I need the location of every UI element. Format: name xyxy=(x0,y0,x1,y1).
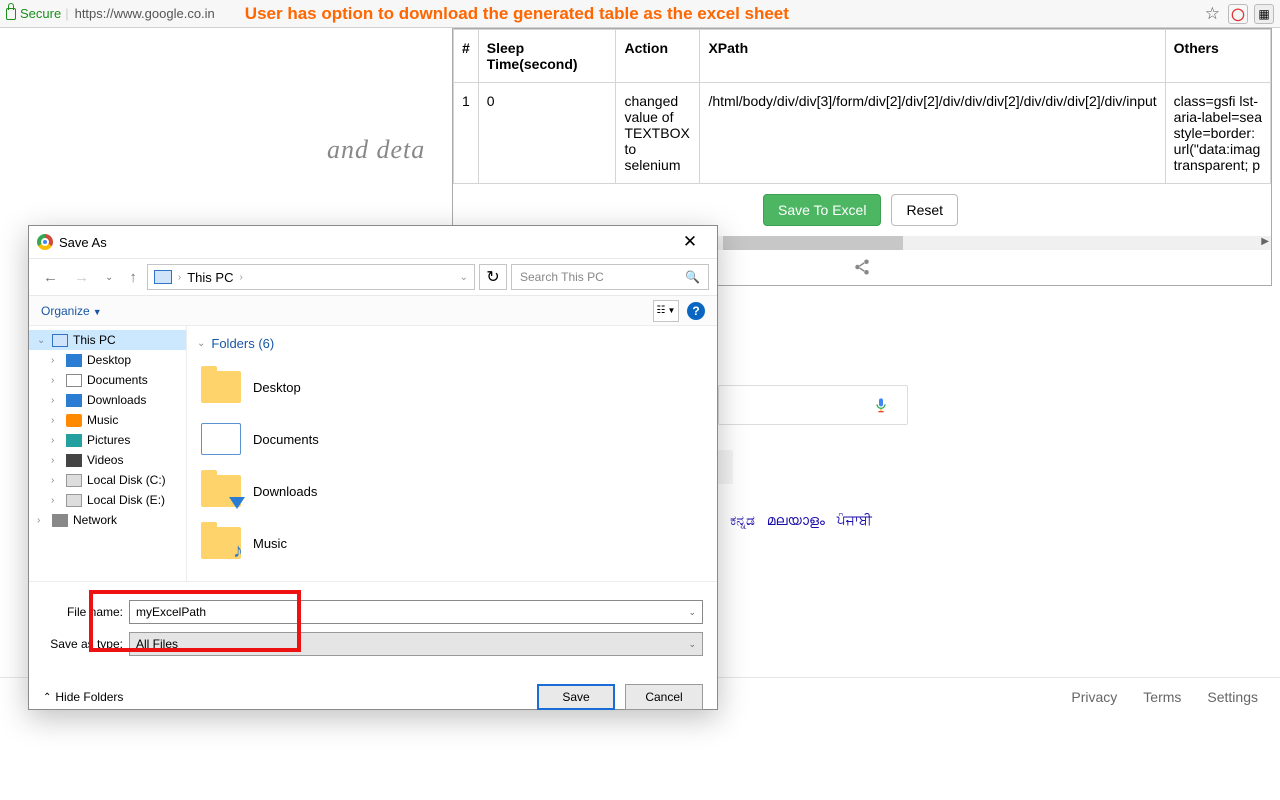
dialog-toolbar: Organize▼ ☷▼ ? xyxy=(29,296,717,326)
cancel-button[interactable]: Cancel xyxy=(625,684,703,710)
filetype-select[interactable]: All Files⌄ xyxy=(129,632,703,656)
annotation-text: User has option to download the generate… xyxy=(215,4,789,24)
url-text[interactable]: https://www.google.co.in xyxy=(75,6,215,21)
footer-terms[interactable]: Terms xyxy=(1143,689,1181,705)
col-others: Others xyxy=(1165,30,1270,83)
mic-icon[interactable] xyxy=(873,394,889,416)
tree-node-local-disk-c-[interactable]: ›Local Disk (C:) xyxy=(29,470,186,490)
save-to-excel-button[interactable]: Save To Excel xyxy=(763,194,881,226)
tree-node-local-disk-e-[interactable]: ›Local Disk (E:) xyxy=(29,490,186,510)
lang-pa[interactable]: ਪੰਜਾਬੀ xyxy=(837,512,872,528)
filetype-label: Save as type: xyxy=(43,637,123,651)
cell-action: changed value of TEXTBOX to selenium xyxy=(616,83,700,184)
folder-list[interactable]: ⌄Folders (6) DesktopDocumentsDownloadsMu… xyxy=(187,326,717,581)
scrollbar-thumb[interactable] xyxy=(723,236,903,250)
language-links: ಕನ್ನಡ മലയാളം ਪੰਜਾਬੀ xyxy=(730,512,880,529)
dialog-buttons: ⌃Hide Folders Save Cancel xyxy=(29,672,717,722)
tree-node-network[interactable]: ›Network xyxy=(29,510,186,530)
search-placeholder: Search This PC xyxy=(520,270,604,284)
search-input[interactable]: Search This PC 🔍 xyxy=(511,264,709,290)
dialog-title: Save As xyxy=(59,235,107,250)
save-as-dialog: Save As ✕ ← → ⌄ ↑ › This PC › ⌄ ↻ Search… xyxy=(28,225,718,710)
hide-folders-toggle[interactable]: ⌃Hide Folders xyxy=(43,690,123,704)
tree-node-documents[interactable]: ›Documents xyxy=(29,370,186,390)
col-xpath: XPath xyxy=(700,30,1165,83)
folder-desktop[interactable]: Desktop xyxy=(197,361,707,413)
background-text: and deta xyxy=(327,135,425,165)
cell-xpath: /html/body/div/div[3]/form/div[2]/div[2]… xyxy=(700,83,1165,184)
actions-table: # Sleep Time(second) Action XPath Others… xyxy=(453,29,1271,184)
folders-header[interactable]: ⌄Folders (6) xyxy=(197,332,707,361)
nav-up-icon[interactable]: ↑ xyxy=(123,267,143,288)
help-icon[interactable]: ? xyxy=(687,302,705,320)
folder-music[interactable]: Music xyxy=(197,517,707,569)
bookmark-star-icon[interactable]: ☆ xyxy=(1197,4,1228,24)
table-row: 1 0 changed value of TEXTBOX to selenium… xyxy=(454,83,1271,184)
tree-node-pictures[interactable]: ›Pictures xyxy=(29,430,186,450)
dialog-titlebar[interactable]: Save As ✕ xyxy=(29,226,717,258)
breadcrumb[interactable]: › This PC › ⌄ xyxy=(147,264,475,290)
dialog-nav: ← → ⌄ ↑ › This PC › ⌄ ↻ Search This PC 🔍 xyxy=(29,258,717,296)
lang-ml[interactable]: മലയാളം xyxy=(767,512,825,528)
organize-menu[interactable]: Organize▼ xyxy=(41,304,102,318)
lock-icon xyxy=(6,8,16,20)
google-search-box-fragment[interactable] xyxy=(718,385,908,425)
footer-privacy[interactable]: Privacy xyxy=(1071,689,1117,705)
save-fields: File name: myExcelPath⌄ Save as type: Al… xyxy=(29,581,717,672)
save-button[interactable]: Save xyxy=(537,684,615,710)
folder-downloads[interactable]: Downloads xyxy=(197,465,707,517)
nav-recent-icon[interactable]: ⌄ xyxy=(99,270,119,285)
cell-others: class=gsfi lst- aria-label=sea style=bor… xyxy=(1165,83,1270,184)
tree-node-music[interactable]: ›Music xyxy=(29,410,186,430)
tree-node-this-pc[interactable]: ⌄This PC xyxy=(29,330,186,350)
breadcrumb-text: This PC xyxy=(187,270,233,285)
footer-settings[interactable]: Settings xyxy=(1207,689,1258,705)
col-action: Action xyxy=(616,30,700,83)
col-sleep: Sleep Time(second) xyxy=(478,30,616,83)
tree-node-downloads[interactable]: ›Downloads xyxy=(29,390,186,410)
tree-node-videos[interactable]: ›Videos xyxy=(29,450,186,470)
view-options-button[interactable]: ☷▼ xyxy=(653,300,679,322)
search-icon: 🔍 xyxy=(685,270,700,284)
secure-label: Secure xyxy=(20,6,61,21)
chrome-icon xyxy=(37,234,53,250)
refresh-button[interactable]: ↻ xyxy=(479,264,507,290)
reset-button[interactable]: Reset xyxy=(891,194,958,226)
nav-forward-icon[interactable]: → xyxy=(68,267,95,288)
nav-back-icon[interactable]: ← xyxy=(37,267,64,288)
filename-label: File name: xyxy=(43,605,123,619)
lang-kn[interactable]: ಕನ್ನಡ xyxy=(730,512,755,528)
extension2-icon[interactable]: ▦ xyxy=(1254,4,1274,24)
cell-sleep: 0 xyxy=(478,83,616,184)
filename-input[interactable]: myExcelPath⌄ xyxy=(129,600,703,624)
pc-icon xyxy=(154,270,172,284)
folder-tree[interactable]: ⌄This PC›Desktop›Documents›Downloads›Mus… xyxy=(29,326,187,581)
folder-documents[interactable]: Documents xyxy=(197,413,707,465)
secure-indicator: Secure | xyxy=(0,6,75,21)
extension1-icon[interactable]: ◯ xyxy=(1228,4,1248,24)
cell-num: 1 xyxy=(454,83,479,184)
col-num: # xyxy=(454,30,479,83)
close-icon[interactable]: ✕ xyxy=(671,232,709,252)
browser-address-bar: Secure | https://www.google.co.in User h… xyxy=(0,0,1280,28)
tree-node-desktop[interactable]: ›Desktop xyxy=(29,350,186,370)
